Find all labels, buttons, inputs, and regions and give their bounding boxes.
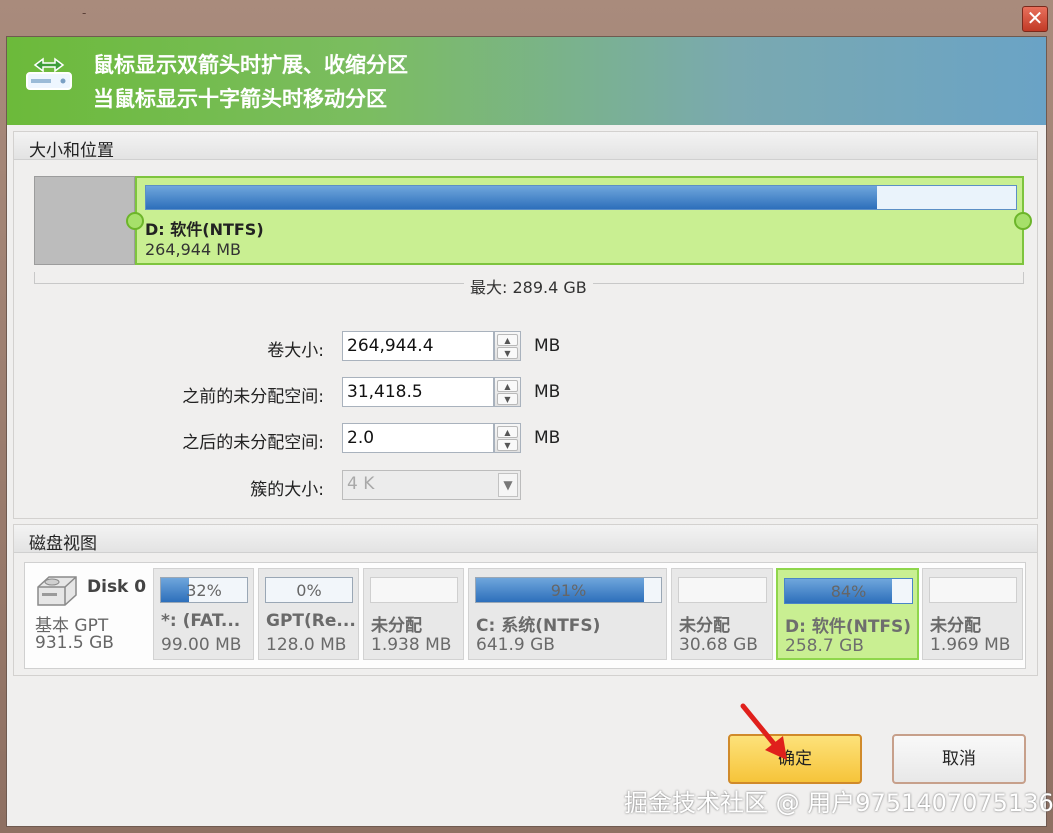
banner-hint-line-1: 鼠标显示双箭头时扩展、收缩分区 bbox=[93, 53, 408, 77]
hint-banner: 鼠标显示双箭头时扩展、收缩分区 当鼠标显示十字箭头时移动分区 bbox=[7, 37, 1046, 125]
dialog-content: 鼠标显示双箭头时扩展、收缩分区 当鼠标显示十字箭头时移动分区 大小和位置 D: … bbox=[6, 36, 1047, 827]
volume-size-unit: MB bbox=[534, 336, 561, 356]
disk-capacity: 931.5 GB bbox=[35, 633, 114, 653]
partition-usage-bar bbox=[678, 577, 767, 603]
partition-usage-percent: 0% bbox=[296, 581, 322, 600]
partition-card-name: 未分配 bbox=[679, 616, 730, 636]
partition-usage-bar: 91% bbox=[475, 577, 662, 603]
after-unallocated-spinner[interactable]: ▲ ▼ bbox=[494, 423, 521, 453]
volume-size-input[interactable] bbox=[342, 331, 494, 361]
partition-card-size: 258.7 GB bbox=[785, 636, 864, 656]
spinner-up-icon[interactable]: ▲ bbox=[497, 334, 518, 346]
cluster-size-label: 簇的大小: bbox=[250, 480, 324, 500]
before-unallocated-unit: MB bbox=[534, 382, 561, 402]
partition-usage-bar bbox=[370, 577, 458, 603]
partition-usage-bar bbox=[929, 577, 1017, 603]
spinner-up-icon[interactable]: ▲ bbox=[497, 426, 518, 438]
partition-card-name: D: 软件(NTFS) bbox=[785, 617, 912, 637]
partition-card[interactable]: 未分配 1.969 MB bbox=[922, 568, 1023, 660]
right-resize-handle[interactable] bbox=[1014, 212, 1032, 230]
partition-block[interactable]: D: 软件(NTFS) 264,944 MB bbox=[135, 176, 1024, 265]
window-title: - bbox=[82, 6, 87, 20]
partition-card-name: C: 系统(NTFS) bbox=[476, 616, 601, 636]
partition-card-size: 99.00 MB bbox=[161, 635, 242, 655]
partition-usage-bar: 0% bbox=[265, 577, 353, 603]
partition-card-size: 128.0 MB bbox=[266, 635, 347, 655]
spinner-up-icon[interactable]: ▲ bbox=[497, 380, 518, 392]
banner-hint-line-2: 当鼠标显示十字箭头时移动分区 bbox=[93, 87, 387, 111]
partition-card[interactable]: 未分配 1.938 MB bbox=[363, 568, 464, 660]
partition-usage-percent: 91% bbox=[550, 581, 587, 600]
partition-card-size: 30.68 GB bbox=[679, 635, 758, 655]
cluster-size-value: 4 K bbox=[347, 474, 375, 494]
partition-card-selected[interactable]: 84% D: 软件(NTFS) 258.7 GB bbox=[776, 568, 919, 660]
partition-usage-bar: 84% bbox=[784, 578, 913, 604]
spinner-down-icon[interactable]: ▼ bbox=[497, 347, 518, 359]
disk-name: Disk 0 bbox=[87, 577, 147, 597]
cancel-button[interactable]: 取消 bbox=[892, 734, 1026, 784]
after-unallocated-unit: MB bbox=[534, 428, 561, 448]
before-unallocated-spinner[interactable]: ▲ ▼ bbox=[494, 377, 521, 407]
volume-size-label: 卷大小: bbox=[267, 341, 324, 361]
partition-card[interactable]: 32% *: (FAT... 99.00 MB bbox=[153, 568, 254, 660]
partition-card[interactable]: 未分配 30.68 GB bbox=[671, 568, 773, 660]
size-position-group: 大小和位置 D: 软件(NTFS) 264,944 MB 最大: 289.4 G… bbox=[13, 131, 1038, 519]
spinner-down-icon[interactable]: ▼ bbox=[497, 393, 518, 405]
partition-usage-fill bbox=[146, 186, 877, 209]
watermark: 掘金技术社区 @ 用户9751407075136 bbox=[624, 789, 1053, 817]
disk-map: Disk 0 基本 GPT 931.5 GB 32% *: (FAT... 99… bbox=[24, 562, 1026, 669]
disk-info[interactable]: Disk 0 基本 GPT 931.5 GB bbox=[25, 563, 150, 668]
before-unallocated-input[interactable] bbox=[342, 377, 494, 407]
disk-map-header: 磁盘视图 bbox=[14, 525, 1037, 554]
partition-name: D: 软件(NTFS) bbox=[145, 220, 264, 239]
disk-map-title: 磁盘视图 bbox=[29, 534, 97, 554]
partition-card[interactable]: 0% GPT(Re... 128.0 MB bbox=[258, 568, 359, 660]
disk-map-group: 磁盘视图 Disk 0 基本 GPT 931.5 GB 32% *: (FAT.… bbox=[13, 524, 1038, 676]
dialog-window: - ✕ 鼠标显示双箭头时扩展、收缩分区 当鼠标显示十字箭头时移动分区 大小和位置 bbox=[0, 0, 1053, 833]
partition-card-size: 1.938 MB bbox=[371, 635, 452, 655]
partition-usage-percent: 84% bbox=[830, 582, 867, 601]
volume-size-spinner[interactable]: ▲ ▼ bbox=[494, 331, 521, 361]
partition-size: 264,944 MB bbox=[145, 240, 242, 259]
before-unallocated-label: 之前的未分配空间: bbox=[182, 387, 324, 407]
partition-card-size: 1.969 MB bbox=[930, 635, 1011, 655]
partition-card-name: 未分配 bbox=[930, 616, 981, 636]
partition-card[interactable]: 91% C: 系统(NTFS) 641.9 GB bbox=[468, 568, 667, 660]
max-size-label: 最大: 289.4 GB bbox=[464, 274, 593, 298]
cluster-size-select: 4 K ▼ bbox=[342, 470, 521, 500]
close-button[interactable]: ✕ bbox=[1022, 6, 1048, 32]
partition-resize-bar[interactable]: D: 软件(NTFS) 264,944 MB bbox=[34, 176, 1032, 267]
size-position-title: 大小和位置 bbox=[29, 141, 114, 161]
title-bar: - ✕ bbox=[0, 0, 1053, 36]
size-position-header: 大小和位置 bbox=[14, 132, 1037, 161]
hard-disk-icon bbox=[37, 576, 77, 606]
after-unallocated-input[interactable] bbox=[342, 423, 494, 453]
partition-usage-percent: 32% bbox=[186, 581, 222, 600]
partition-card-name: *: (FAT... bbox=[161, 611, 241, 631]
disk-resize-icon bbox=[26, 57, 72, 90]
unallocated-before-block bbox=[34, 176, 135, 265]
partition-card-size: 641.9 GB bbox=[476, 635, 555, 655]
left-resize-handle[interactable] bbox=[126, 212, 144, 230]
partition-card-name: 未分配 bbox=[371, 616, 422, 636]
red-arrow-annotation bbox=[740, 703, 787, 760]
partition-usage-bar bbox=[145, 185, 1017, 210]
spinner-down-icon[interactable]: ▼ bbox=[497, 439, 518, 451]
partition-card-name: GPT(Re... bbox=[266, 611, 356, 631]
partition-usage-bar: 32% bbox=[160, 577, 248, 603]
after-unallocated-label: 之后的未分配空间: bbox=[182, 433, 324, 453]
chevron-down-icon: ▼ bbox=[498, 473, 518, 497]
